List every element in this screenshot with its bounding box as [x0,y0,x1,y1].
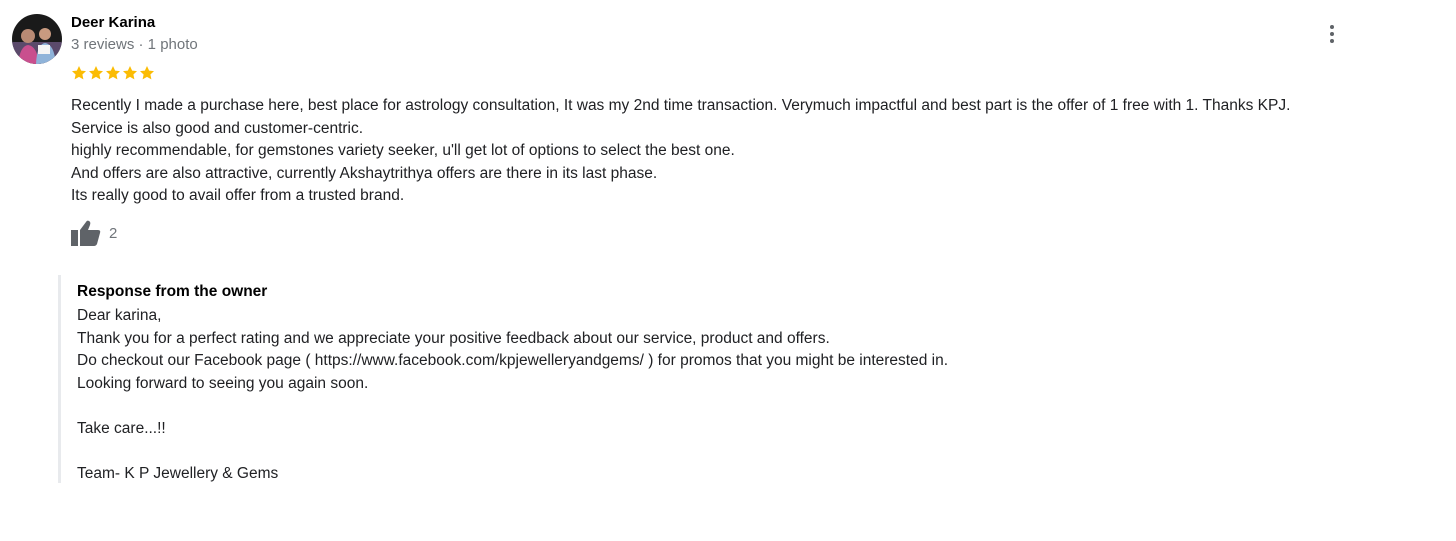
review-text: Recently I made a purchase here, best pl… [71,95,1411,208]
owner-response-line [77,440,948,463]
owner-response-line [77,395,948,418]
star-rating [71,65,155,81]
star-icon [105,65,121,81]
more-vert-icon [1330,25,1334,43]
review-text-line: Service is also good and customer-centri… [71,119,364,137]
star-icon [122,65,138,81]
star-icon [88,65,104,81]
reviewer-avatar[interactable] [12,14,62,64]
owner-response-line: Dear karina, [77,307,162,324]
owner-response-text: Dear karina, Thank you for a perfect rati… [77,305,948,485]
review-text-line: And offers are also attractive, currentl… [71,164,658,182]
more-options-button[interactable] [1320,22,1344,46]
review-text-line: Recently I made a purchase here, best pl… [71,97,1291,114]
thumbs-up-icon [71,220,101,246]
owner-response-line: Looking forward to seeing you again soon… [77,374,369,392]
star-icon [71,65,87,81]
owner-response-line: Team- K P Jewellery & Gems [77,464,279,482]
owner-response-line: Thank you for a perfect rating and we ap… [77,329,830,347]
review-text-line: Its really good to avail offer from a tr… [71,187,405,204]
like-count: 2 [109,224,118,242]
owner-response-title: Response from the owner [77,283,268,300]
review-text-line: highly recommendable, for gemstones vari… [71,142,735,159]
star-icon [139,65,155,81]
owner-response-line: Do checkout our Facebook page ( https://… [77,352,949,369]
reviewer-meta: 3 reviews · 1 photo [71,36,198,53]
like-button[interactable]: 2 [71,220,117,246]
reviewer-name[interactable]: Deer Karina [71,14,155,31]
owner-response-line: Take care...!! [77,419,166,437]
owner-response: Response from the owner Dear karina, Than… [58,275,1258,483]
